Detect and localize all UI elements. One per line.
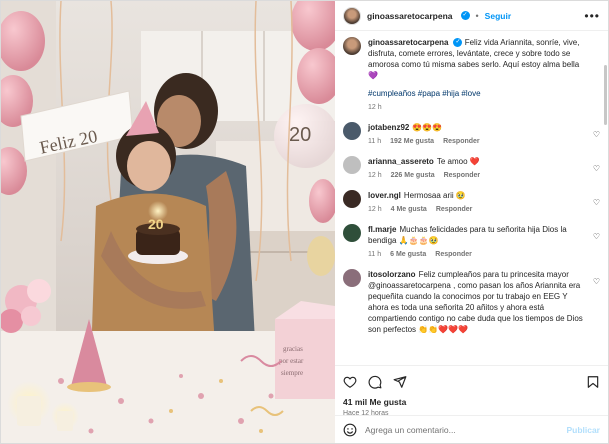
comment-time[interactable]: 11 h [368, 136, 381, 147]
reply-button[interactable]: Responder [436, 204, 473, 215]
comment-like-heart-icon[interactable]: ♡ [593, 232, 600, 241]
follow-button[interactable]: Seguir [485, 11, 511, 21]
balloon-number: 20 [289, 124, 311, 146]
share-icon[interactable] [393, 375, 407, 389]
verified-badge-icon: ✓ [453, 38, 463, 48]
comment-likes[interactable]: 226 Me gusta [391, 170, 435, 181]
caption-avatar[interactable] [343, 37, 361, 55]
comment-likes[interactable]: 6 Me gusta [390, 249, 426, 260]
caption-hashtags[interactable]: #cumpleaños #papa #hija #love [368, 89, 481, 98]
post-sidebar: ginoassaretocarpena ✓ • Seguir ••• ginoa… [335, 1, 608, 443]
comment-username[interactable]: fl.marje [368, 225, 396, 234]
box-text-3: siempre [281, 369, 303, 377]
emoji-icon[interactable] [343, 423, 357, 437]
caption: ginoassaretocarpena ✓ Feliz vida Ariannit… [343, 37, 600, 113]
comment-username[interactable]: lover.ngl [368, 191, 401, 200]
comment-item: fl.marje Muchas felicidades para tu señor… [343, 224, 600, 260]
comment-like-heart-icon[interactable]: ♡ [593, 198, 600, 207]
photo-illustration: Feliz 20 20 20 gracias por estar siempre [1, 1, 335, 443]
comment-avatar[interactable] [343, 156, 361, 174]
more-options-icon[interactable]: ••• [584, 9, 600, 23]
comment-composer: Publicar [335, 415, 608, 443]
caption-time[interactable]: 12 h [368, 102, 382, 113]
comment-text: Muchas felicidades para tu señorita hija… [368, 225, 567, 245]
caption-body: ginoassaretocarpena ✓ Feliz vida Ariannit… [368, 37, 600, 113]
save-bookmark-icon[interactable] [586, 375, 600, 389]
reply-button[interactable]: Responder [443, 136, 480, 147]
comment-icon[interactable] [368, 375, 382, 389]
comment-text: Te amoo ❤️ [436, 157, 480, 166]
comment-avatar[interactable] [343, 190, 361, 208]
comment-username[interactable]: arianna_assereto [368, 157, 434, 166]
comment-time[interactable]: 11 h [368, 249, 381, 260]
comment-text: Feliz cumpleaños para tu princesita mayo… [368, 270, 583, 334]
comment-avatar[interactable] [343, 224, 361, 242]
comments-scrollbar[interactable] [604, 65, 607, 125]
comment-item: arianna_assereto Te amoo ❤️ 12 h 226 Me gu… [343, 156, 600, 181]
comment-avatar[interactable] [343, 122, 361, 140]
post-photo[interactable]: Feliz 20 20 20 gracias por estar siempre [1, 1, 335, 443]
comment-like-heart-icon[interactable]: ♡ [593, 130, 600, 139]
comment-like-heart-icon[interactable]: ♡ [593, 277, 600, 286]
comment-time[interactable]: 12 h [368, 204, 382, 215]
verified-badge-icon: ✓ [460, 11, 470, 20]
box-text-1: gracias [283, 345, 303, 353]
comment-item: itosolorzano Feliz cumpleaños para tu pri… [343, 269, 600, 335]
comment-input[interactable] [365, 424, 559, 435]
comments-list[interactable]: ginoassaretocarpena ✓ Feliz vida Ariannit… [335, 31, 608, 365]
comment-avatar[interactable] [343, 269, 361, 287]
box-text-2: por estar [279, 357, 304, 365]
author-avatar[interactable] [343, 6, 361, 25]
comment-username[interactable]: jotabenz92 [368, 123, 409, 132]
post-header: ginoassaretocarpena ✓ • Seguir ••• [335, 1, 608, 31]
reply-button[interactable]: Responder [444, 170, 481, 181]
like-heart-icon[interactable] [343, 375, 357, 389]
publish-button[interactable]: Publicar [566, 425, 600, 435]
comment-username[interactable]: itosolorzano [368, 270, 416, 279]
likes-count[interactable]: 41 mil Me gusta [343, 397, 600, 407]
comment-likes[interactable]: 192 Me gusta [390, 136, 434, 147]
comment-text: 😍😍😍 [412, 123, 443, 132]
comment-likes[interactable]: 4 Me gusta [391, 204, 427, 215]
author-username[interactable]: ginoassaretocarpena [367, 11, 453, 21]
post-dialog: Feliz 20 20 20 gracias por estar siempre… [0, 0, 609, 444]
separator-dot: • [475, 10, 479, 21]
comment-time[interactable]: 12 h [368, 170, 382, 181]
caption-username[interactable]: ginoassaretocarpena [368, 38, 448, 47]
comment-item: jotabenz92 😍😍😍 11 h 192 Me gusta Responder … [343, 122, 600, 147]
comment-like-heart-icon[interactable]: ♡ [593, 164, 600, 173]
comment-item: lover.ngl Hermosaa arii 🥹 12 h 4 Me gusta R… [343, 190, 600, 215]
reply-button[interactable]: Responder [435, 249, 472, 260]
comment-text: Hermosaa arii 🥹 [403, 191, 466, 200]
